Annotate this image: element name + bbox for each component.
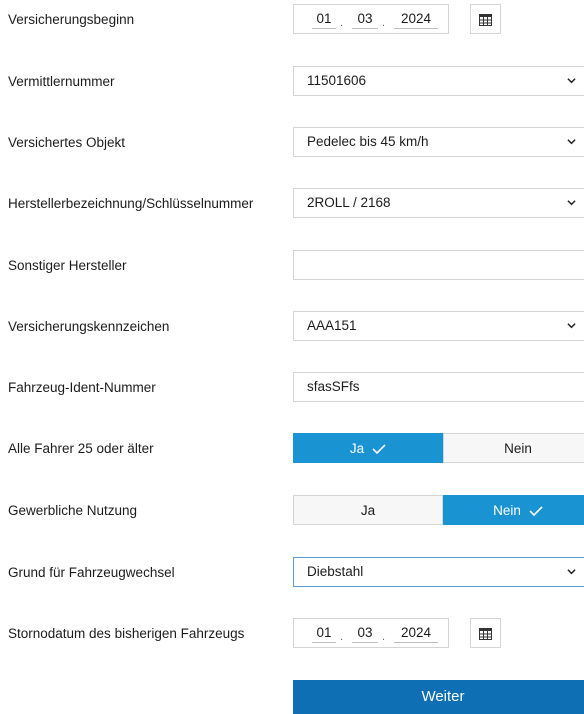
label-versicherungsbeginn: Versicherungsbeginn xyxy=(8,12,135,27)
label-versichertes-objekt: Versichertes Objekt xyxy=(8,135,126,150)
grund-fahrzeugwechsel-select[interactable]: Diebstahl xyxy=(293,557,584,587)
label-alle-fahrer: Alle Fahrer 25 oder älter xyxy=(8,441,154,456)
gewerbliche-nutzung-nein-button[interactable]: Nein xyxy=(443,495,584,525)
chevron-down-icon xyxy=(567,200,576,206)
label-stornodatum: Stornodatum des bisherigen Fahrzeugs xyxy=(8,626,245,641)
versicherungsbeginn-calendar-button[interactable] xyxy=(470,4,501,34)
versicherungsbeginn-date-field: 01 . 03 . 2024 xyxy=(293,4,449,34)
label-versicherungskennzeichen: Versicherungskennzeichen xyxy=(8,319,170,334)
chevron-down-icon xyxy=(567,78,576,84)
alle-fahrer-ja-button[interactable]: Ja xyxy=(293,433,443,463)
stornodatum-year-input[interactable]: 2024 xyxy=(394,623,438,643)
alle-fahrer-ja-label: Ja xyxy=(349,441,365,456)
gewerbliche-nutzung-ja-button[interactable]: Ja xyxy=(293,495,443,525)
check-icon xyxy=(529,506,543,516)
versichertes-objekt-value: Pedelec bis 45 km/h xyxy=(307,134,429,149)
calendar-icon xyxy=(479,628,492,640)
vermittlernummer-value: 11501606 xyxy=(307,73,367,88)
grund-fahrzeugwechsel-value: Diebstahl xyxy=(307,564,364,579)
date-separator: . xyxy=(382,17,386,29)
versicherungsbeginn-year-input[interactable]: 2024 xyxy=(394,9,438,29)
label-gewerbliche-nutzung: Gewerbliche Nutzung xyxy=(8,503,138,518)
gewerbliche-nutzung-nein-label: Nein xyxy=(493,503,521,518)
versicherungsbeginn-month-input[interactable]: 03 xyxy=(352,9,378,29)
chevron-down-icon xyxy=(567,139,576,145)
stornodatum-day-input[interactable]: 01 xyxy=(312,623,336,643)
date-separator: . xyxy=(340,631,344,643)
check-icon xyxy=(372,444,386,454)
vermittlernummer-select[interactable]: 11501606 xyxy=(293,66,584,96)
alle-fahrer-nein-label: Nein xyxy=(504,441,532,456)
chevron-down-icon xyxy=(567,323,576,329)
alle-fahrer-nein-button[interactable]: Nein xyxy=(443,433,584,463)
versichertes-objekt-select[interactable]: Pedelec bis 45 km/h xyxy=(293,127,584,157)
stornodatum-calendar-button[interactable] xyxy=(470,618,501,648)
stornodatum-month-input[interactable]: 03 xyxy=(352,623,378,643)
label-grund-fahrzeugwechsel: Grund für Fahrzeugwechsel xyxy=(8,565,175,580)
calendar-icon xyxy=(479,14,492,26)
fahrzeug-ident-nummer-input[interactable]: sfasSFfs xyxy=(293,372,584,402)
hersteller-select[interactable]: 2ROLL / 2168 xyxy=(293,188,584,218)
label-sonstiger-hersteller: Sonstiger Hersteller xyxy=(8,258,127,273)
chevron-down-icon xyxy=(567,569,576,575)
gewerbliche-nutzung-ja-label: Ja xyxy=(360,503,376,518)
weiter-button[interactable]: Weiter xyxy=(293,680,584,714)
stornodatum-date-field: 01 . 03 . 2024 xyxy=(293,618,449,648)
date-separator: . xyxy=(382,631,386,643)
sonstiger-hersteller-input[interactable] xyxy=(293,250,584,280)
label-hersteller: Herstellerbezeichnung/Schlüsselnummer xyxy=(8,196,254,211)
hersteller-value: 2ROLL / 2168 xyxy=(307,195,391,210)
versicherungsbeginn-day-input[interactable]: 01 xyxy=(312,9,336,29)
fahrzeug-ident-nummer-value: sfasSFfs xyxy=(307,379,360,394)
versicherungskennzeichen-select[interactable]: AAA151 xyxy=(293,311,584,341)
date-separator: . xyxy=(340,17,344,29)
label-fahrzeug-ident-nummer: Fahrzeug-Ident-Nummer xyxy=(8,380,156,395)
label-vermittlernummer: Vermittlernummer xyxy=(8,74,115,89)
versicherungskennzeichen-value: AAA151 xyxy=(307,318,357,333)
